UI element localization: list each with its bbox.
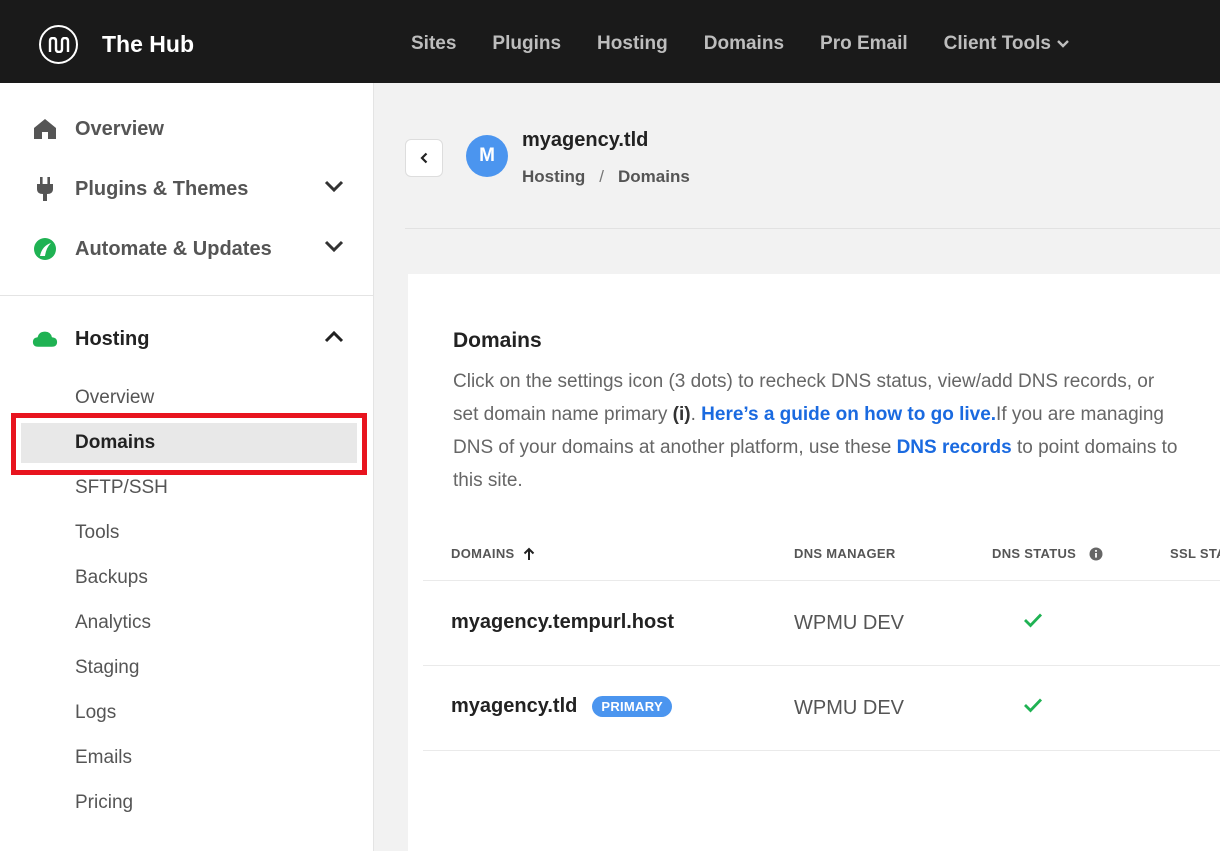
sidebar-item-label: Overview (75, 117, 164, 140)
dns-records-link[interactable]: DNS records (897, 437, 1012, 458)
info-icon[interactable] (1089, 547, 1103, 561)
nav-client-tools[interactable]: Client Tools (944, 33, 1069, 55)
table-row-dns-manager: WPMU DEV (794, 697, 904, 719)
back-button[interactable] (405, 139, 443, 177)
column-header-dns-manager[interactable]: DNS MANAGER (794, 546, 896, 561)
cloud-icon (32, 326, 58, 352)
plug-icon (32, 176, 58, 202)
table-row-divider (423, 750, 1220, 751)
desc-text-2: . (690, 404, 702, 425)
header-divider (405, 228, 1220, 229)
check-icon (1023, 612, 1043, 633)
chevron-up-icon[interactable] (324, 330, 344, 343)
nav-sites[interactable]: Sites (411, 33, 456, 55)
chevron-down-icon (1057, 40, 1069, 48)
column-header-ssl-status[interactable]: SSL STA (1170, 546, 1220, 561)
breadcrumb-hosting[interactable]: Hosting (522, 167, 585, 187)
sidebar-sub-pricing[interactable]: Pricing (21, 783, 357, 823)
check-icon (1023, 697, 1043, 718)
site-name: myagency.tld (522, 129, 649, 151)
sidebar-divider (0, 295, 374, 296)
top-bar: The Hub Sites Plugins Hosting Domains Pr… (0, 0, 1220, 83)
nav-plugins[interactable]: Plugins (492, 33, 561, 55)
sidebar-item-label: Automate & Updates (75, 237, 272, 260)
table-header-divider (423, 580, 1220, 581)
domain-name: myagency.tld (451, 695, 578, 717)
sidebar-sub-logs[interactable]: Logs (21, 693, 357, 733)
go-live-guide-link[interactable]: Here’s a guide on how to go live. (701, 404, 996, 425)
home-icon (32, 116, 58, 142)
panel-title: Domains (453, 329, 542, 352)
panel-description: Click on the settings icon (3 dots) to r… (453, 365, 1183, 497)
column-header-label: DOMAINS (451, 546, 515, 561)
chevron-down-icon[interactable] (324, 240, 344, 253)
sidebar-sub-sftp-ssh[interactable]: SFTP/SSH (21, 468, 357, 508)
sidebar-sub-backups[interactable]: Backups (21, 558, 357, 598)
table-row-domain: myagency.tld PRIMARY (451, 695, 672, 718)
sidebar-sub-staging[interactable]: Staging (21, 648, 357, 688)
column-header-domains[interactable]: DOMAINS (451, 546, 535, 561)
top-nav: Sites Plugins Hosting Domains Pro Email … (411, 33, 1105, 55)
sidebar-item-plugins-themes[interactable]: Plugins & Themes (0, 159, 374, 219)
sidebar-item-overview[interactable]: Overview (0, 99, 374, 159)
sidebar-item-automate-updates[interactable]: Automate & Updates (0, 219, 374, 279)
sidebar-sub-tools[interactable]: Tools (21, 513, 357, 553)
sidebar-sub-emails[interactable]: Emails (21, 738, 357, 778)
sort-arrow-up-icon (523, 547, 534, 560)
brand-title[interactable]: The Hub (102, 31, 194, 58)
sidebar-item-label: Plugins & Themes (75, 177, 249, 200)
automate-icon (32, 236, 58, 262)
site-avatar: M (466, 135, 508, 177)
chevron-down-icon[interactable] (324, 180, 344, 193)
sidebar-item-label: Hosting (75, 327, 150, 350)
table-row-divider (423, 665, 1220, 666)
primary-badge: PRIMARY (592, 696, 672, 717)
column-header-label: DNS STATUS (992, 546, 1077, 561)
nav-client-tools-label: Client Tools (943, 33, 1051, 54)
column-header-dns-status[interactable]: DNS STATUS (992, 546, 1103, 561)
breadcrumb: Hosting / Domains (522, 167, 690, 187)
nav-domains[interactable]: Domains (704, 33, 784, 55)
desc-info: (i) (672, 404, 691, 425)
sidebar: Overview Plugins & Themes Automate & Upd… (0, 83, 374, 851)
breadcrumb-domains: Domains (618, 167, 690, 186)
sidebar-sub-overview[interactable]: Overview (21, 378, 357, 418)
nav-pro-email[interactable]: Pro Email (820, 33, 908, 55)
table-row-dns-manager: WPMU DEV (794, 612, 904, 634)
domains-panel: Domains Click on the settings icon (3 do… (408, 274, 1220, 851)
sidebar-sub-domains[interactable]: Domains (21, 423, 357, 463)
breadcrumb-separator: / (599, 167, 605, 186)
sidebar-item-hosting[interactable]: Hosting (0, 309, 374, 369)
hub-logo-icon[interactable] (39, 25, 78, 64)
nav-hosting[interactable]: Hosting (597, 33, 668, 55)
sidebar-sub-analytics[interactable]: Analytics (21, 603, 357, 643)
table-row-domain: myagency.tempurl.host (451, 611, 675, 633)
chevron-left-icon (420, 152, 428, 164)
